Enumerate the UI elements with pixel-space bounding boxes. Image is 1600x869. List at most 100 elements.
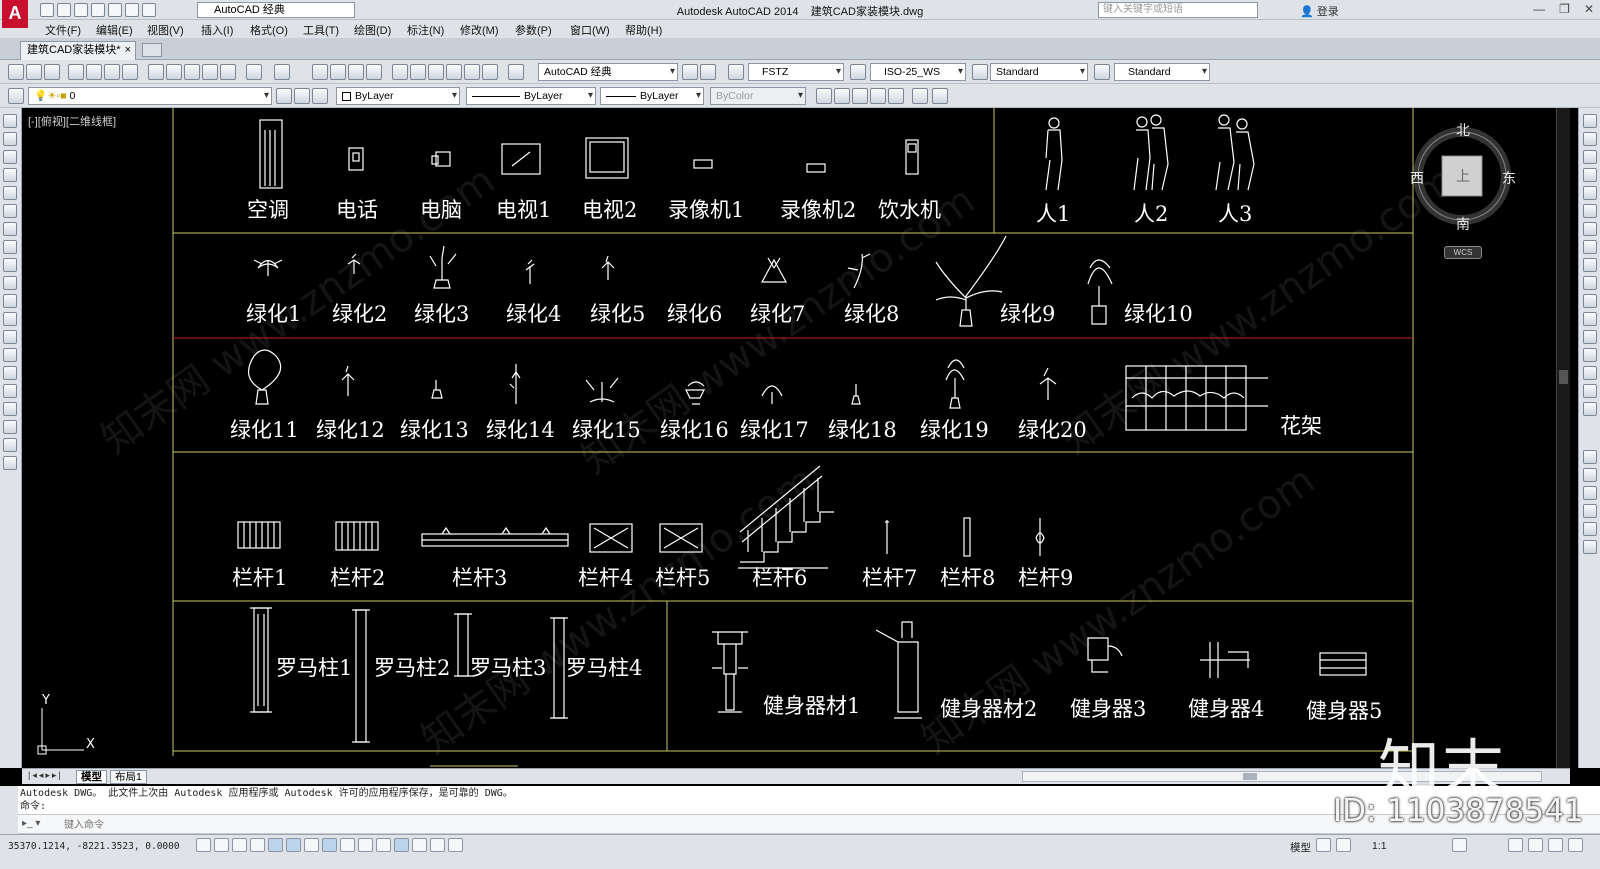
model-space-label[interactable]: 模型 — [1290, 840, 1311, 855]
offset-icon[interactable] — [1583, 168, 1597, 182]
menu-edit[interactable]: 编辑(E) — [96, 22, 133, 38]
tab-layout1[interactable]: 布局1 — [110, 770, 147, 784]
pan-icon[interactable] — [312, 64, 328, 80]
clean-screen-icon[interactable] — [1568, 838, 1583, 852]
visual-style-icon[interactable] — [888, 88, 904, 104]
layer-combo[interactable]: 💡☀▫■ 0 — [28, 87, 272, 105]
close-tab-icon[interactable]: × — [125, 42, 131, 59]
menu-dimension[interactable]: 标注(N) — [407, 22, 444, 38]
viewcube-north[interactable]: 北 — [1456, 120, 1470, 140]
scale-icon[interactable] — [1583, 240, 1597, 254]
command-window-handle[interactable] — [0, 786, 18, 836]
dim-style-icon[interactable] — [850, 64, 866, 80]
circle-icon[interactable] — [3, 222, 17, 236]
dynamic-input-icon[interactable] — [358, 838, 373, 852]
3d-print-icon[interactable] — [122, 64, 138, 80]
text-edit-icon[interactable] — [1583, 468, 1597, 482]
ortho-mode-icon[interactable] — [250, 838, 265, 852]
workspace-switch-icon[interactable] — [1452, 838, 1467, 852]
dim-edit-icon[interactable] — [1583, 486, 1597, 500]
table-style-combo[interactable]: Standard — [990, 63, 1088, 81]
menu-draw[interactable]: 绘图(D) — [354, 22, 391, 38]
region-icon[interactable] — [3, 402, 17, 416]
ellipse-arc-icon[interactable] — [3, 294, 17, 308]
coordinates-display[interactable]: 35370.1214, -8221.3523, 0.0000 — [8, 841, 180, 852]
layer-previous-icon[interactable] — [294, 88, 310, 104]
isolate-objects-icon[interactable] — [1548, 838, 1563, 852]
chamfer-icon[interactable] — [1583, 348, 1597, 362]
viewcube-south[interactable]: 南 — [1456, 214, 1470, 234]
search-input[interactable]: 键入关键字或短语 — [1098, 2, 1258, 18]
hardware-acceleration-icon[interactable] — [1528, 838, 1543, 852]
infer-constraints-icon[interactable] — [196, 838, 211, 852]
markup-icon[interactable] — [464, 64, 480, 80]
design-center-icon[interactable] — [410, 64, 426, 80]
undo-icon[interactable] — [246, 64, 262, 80]
quick-view-drawings-icon[interactable] — [1336, 838, 1351, 852]
spline-icon[interactable] — [3, 258, 17, 272]
add-selected-icon[interactable] — [3, 456, 17, 470]
make-current-icon[interactable] — [276, 88, 292, 104]
attribute-edit-icon[interactable] — [1583, 504, 1597, 518]
array-icon[interactable] — [1583, 186, 1597, 200]
lock-ui-icon[interactable] — [700, 64, 716, 80]
new-tab-button[interactable] — [142, 43, 162, 57]
line-icon[interactable] — [3, 114, 17, 128]
dim-style-combo[interactable]: ISO-25_WS — [870, 63, 966, 81]
gradient-icon[interactable] — [3, 384, 17, 398]
shade-icon[interactable] — [852, 88, 868, 104]
paste-icon[interactable] — [184, 64, 200, 80]
block-editor-icon[interactable] — [220, 64, 236, 80]
mirror-icon[interactable] — [1583, 150, 1597, 164]
zoom-realtime-icon[interactable] — [330, 64, 346, 80]
toolbar-lock-icon[interactable] — [1508, 838, 1523, 852]
ucs-world-icon[interactable] — [932, 88, 948, 104]
render-icon[interactable] — [870, 88, 886, 104]
plot-style-combo[interactable]: ByColor — [710, 87, 806, 105]
erase-icon[interactable] — [1583, 114, 1597, 128]
copy-object-icon[interactable] — [1583, 132, 1597, 146]
command-input[interactable] — [64, 818, 1364, 832]
tab-model[interactable]: 模型 — [76, 770, 107, 784]
preview-icon[interactable] — [86, 64, 102, 80]
stretch-icon[interactable] — [1583, 258, 1597, 272]
mtext-icon[interactable] — [3, 438, 17, 452]
polyline-icon[interactable] — [3, 150, 17, 164]
linetype-combo[interactable]: ByLayer — [466, 87, 596, 105]
menu-parameter[interactable]: 参数(P) — [515, 22, 552, 38]
orbit-icon[interactable] — [834, 88, 850, 104]
wcs-menu[interactable]: WCS — [1444, 246, 1482, 259]
menu-tools[interactable]: 工具(T) — [303, 22, 339, 38]
drawing-canvas[interactable]: [-][俯视][二维线框] 知末网 www.znzmo.com 知末网 www.… — [22, 108, 1570, 768]
publish-icon[interactable] — [104, 64, 120, 80]
document-tab[interactable]: 建筑CAD家装模块* × — [20, 41, 136, 60]
copy-icon[interactable] — [166, 64, 182, 80]
transparency-icon[interactable] — [394, 838, 409, 852]
autocad-logo-icon[interactable]: A — [2, 0, 28, 28]
make-block-icon[interactable] — [3, 330, 17, 344]
restore-icon[interactable]: ❐ — [1559, 2, 1570, 16]
break-icon[interactable] — [1583, 312, 1597, 326]
workspace-combo[interactable]: AutoCAD 经典 — [538, 63, 678, 81]
properties-icon[interactable] — [392, 64, 408, 80]
blend-icon[interactable] — [1583, 384, 1597, 398]
annotation-scale[interactable]: 1:1 — [1372, 840, 1387, 852]
menu-window[interactable]: 窗口(W) — [570, 22, 610, 38]
zoom-window-icon[interactable] — [348, 64, 364, 80]
calculator-icon[interactable] — [482, 64, 498, 80]
polar-tracking-icon[interactable] — [268, 838, 283, 852]
menu-file[interactable]: 文件(F) — [45, 22, 81, 38]
rectangle-icon[interactable] — [3, 186, 17, 200]
menu-view[interactable]: 视图(V) — [147, 22, 184, 38]
horizontal-scroll-thumb[interactable] — [1243, 773, 1257, 780]
view-top-icon[interactable] — [816, 88, 832, 104]
menu-format[interactable]: 格式(O) — [250, 22, 288, 38]
3d-object-snap-icon[interactable] — [304, 838, 319, 852]
lineweight-toggle-icon[interactable] — [376, 838, 391, 852]
zoom-previous-icon[interactable] — [366, 64, 382, 80]
ellipse-icon[interactable] — [3, 276, 17, 290]
spline-edit-icon[interactable] — [1583, 540, 1597, 554]
command-prompt-icon[interactable]: ▸_ ▾ — [22, 818, 40, 829]
menu-modify[interactable]: 修改(M) — [460, 22, 499, 38]
text-style-icon[interactable] — [728, 64, 744, 80]
